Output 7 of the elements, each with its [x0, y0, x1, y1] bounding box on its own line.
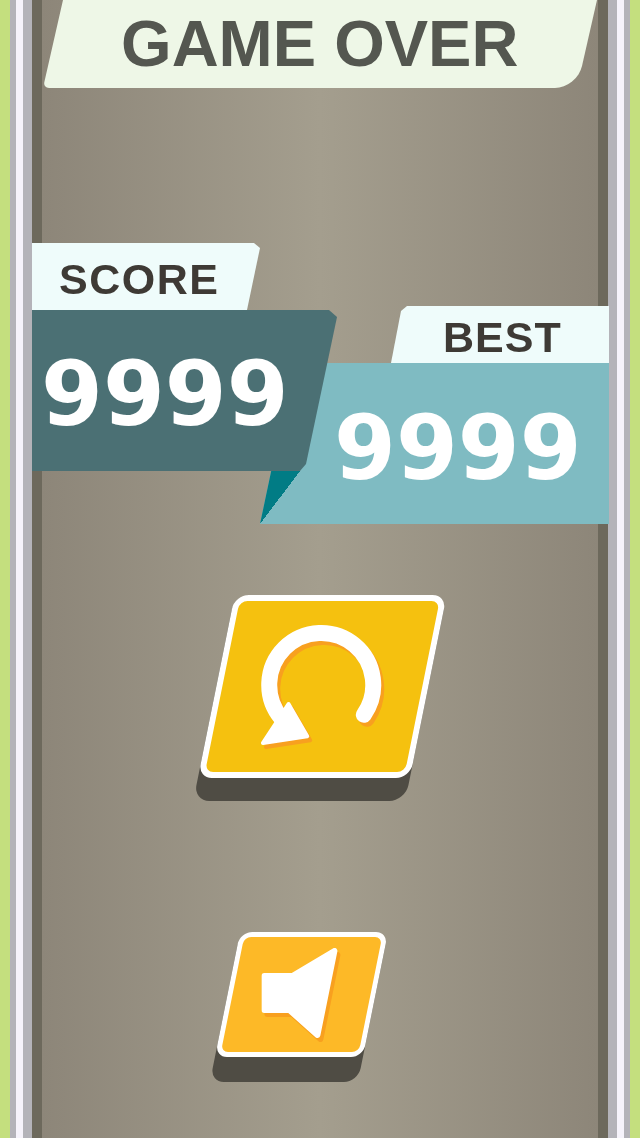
best-label: BEST — [391, 306, 609, 363]
game-over-title: GAME OVER — [121, 10, 519, 76]
score-label: SCORE — [32, 243, 260, 310]
best-value: 9999 — [334, 404, 582, 493]
score-value: 9999 — [41, 350, 289, 439]
speaker-icon — [261, 947, 342, 1042]
circular-arrow-icon — [259, 623, 386, 750]
